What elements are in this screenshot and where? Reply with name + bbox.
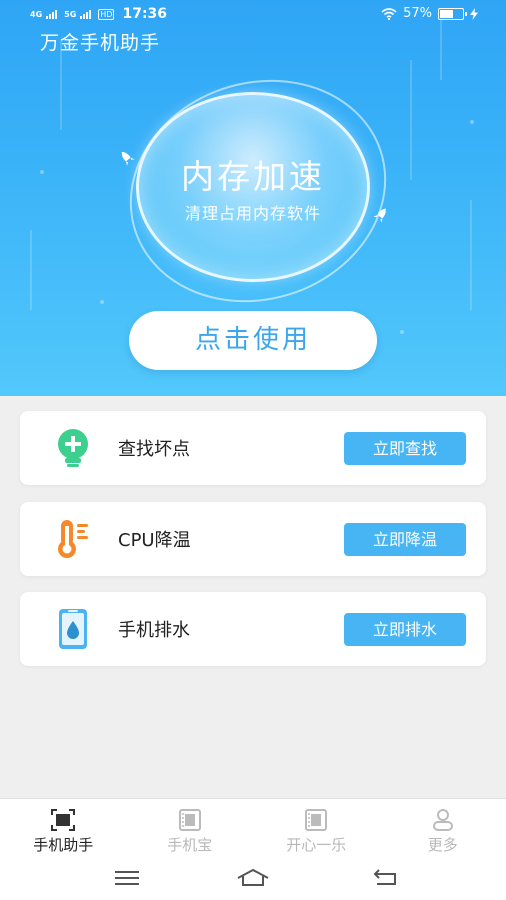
app-title: 万金手机助手 <box>40 32 161 54</box>
hero-banner: 4G 5G HD 17:36 57% 万金手机助手 内存加速 清理占用内存软件 <box>0 0 506 396</box>
plus-bulb-icon <box>58 429 88 467</box>
background-dot <box>100 300 104 304</box>
tab-label: 更多 <box>427 836 458 854</box>
tool-card-drain-water: 手机排水 立即排水 <box>20 592 486 666</box>
tool-label: 手机排水 <box>118 620 190 641</box>
tab-happy-fun[interactable]: 开心一乐 <box>253 799 380 858</box>
background-dot <box>470 120 474 124</box>
tab-more[interactable]: 更多 <box>380 799 506 858</box>
home-icon[interactable] <box>235 866 271 890</box>
tool-card-cpu-cool: CPU降温 立即降温 <box>20 502 486 576</box>
film-frame-icon <box>178 809 201 831</box>
wifi-icon <box>381 7 397 20</box>
drain-now-button[interactable]: 立即排水 <box>344 613 466 646</box>
background-streak <box>410 60 412 180</box>
status-bar: 4G 5G HD 17:36 57% <box>0 4 506 26</box>
rocket-icon <box>121 151 135 166</box>
signal-bars-icon <box>80 9 92 19</box>
back-icon[interactable] <box>367 866 403 890</box>
tab-label: 手机助手 <box>33 836 94 854</box>
phone-water-drop-icon <box>59 609 87 649</box>
background-streak <box>440 20 442 80</box>
boost-title: 内存加速 <box>181 157 325 196</box>
signal-type-2: 5G <box>64 9 77 19</box>
tool-card-dead-pixel: 查找坏点 立即查找 <box>20 411 486 485</box>
tool-label: 查找坏点 <box>118 439 190 460</box>
bottom-tab-bar: 手机助手 手机宝 开心一乐 更多 <box>0 798 506 858</box>
tab-label: 开心一乐 <box>286 836 347 854</box>
system-nav-bar <box>0 858 506 900</box>
signal-bars-icon <box>46 9 58 19</box>
tab-label: 手机宝 <box>167 836 213 854</box>
cool-down-button[interactable]: 立即降温 <box>344 523 466 556</box>
person-icon <box>432 809 453 831</box>
hd-voice-badge: HD <box>98 8 115 20</box>
boost-subtitle: 清理占用内存软件 <box>184 204 321 223</box>
charging-bolt-icon <box>470 7 478 20</box>
tab-phone-treasure[interactable]: 手机宝 <box>127 799 254 858</box>
background-streak <box>470 200 472 310</box>
background-dot <box>400 330 404 334</box>
find-now-button[interactable]: 立即查找 <box>344 432 466 465</box>
background-streak <box>30 230 32 310</box>
use-now-button[interactable]: 点击使用 <box>129 311 377 370</box>
signal-type-1: 4G <box>30 9 43 19</box>
thermometer-icon <box>58 520 88 558</box>
film-frame-icon <box>305 809 328 831</box>
background-dot <box>40 170 44 174</box>
tab-phone-assistant[interactable]: 手机助手 <box>0 799 127 858</box>
tool-label: CPU降温 <box>118 530 191 551</box>
scan-frame-icon <box>51 809 76 831</box>
clock: 17:36 <box>122 6 168 22</box>
menu-icon[interactable] <box>109 866 145 890</box>
battery-percent: 57% <box>403 6 432 21</box>
battery-icon <box>438 7 467 20</box>
